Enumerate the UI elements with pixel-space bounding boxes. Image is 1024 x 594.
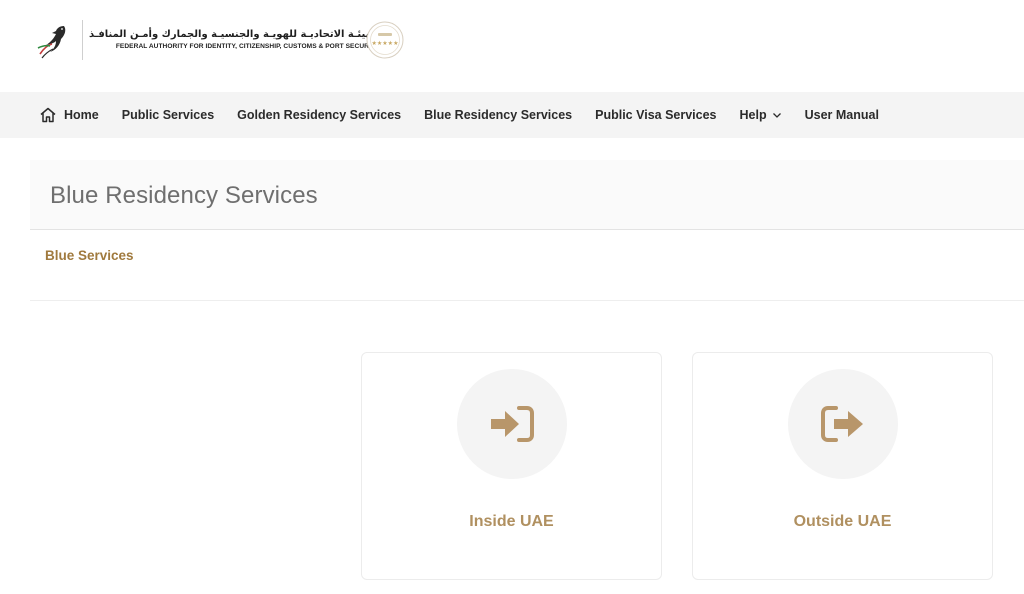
chevron-down-icon (772, 113, 781, 118)
inside-uae-label: Inside UAE (469, 513, 554, 530)
nav-user-manual[interactable]: User Manual (805, 108, 879, 122)
outside-uae-icon-circle (788, 369, 898, 479)
logo-text: الهيئـة الاتحاديـة للهويـة والجنسيـة وال… (89, 28, 379, 52)
nav-help-label: Help (739, 108, 767, 122)
svg-text:★★★★★: ★★★★★ (372, 40, 399, 47)
main-nav: Home Public Services Golden Residency Se… (0, 92, 1024, 138)
section-heading: Blue Services (45, 248, 134, 263)
site-header: الهيئـة الاتحاديـة للهويـة والجنسيـة وال… (0, 0, 1024, 92)
sign-out-icon (821, 406, 863, 442)
page-title: Blue Residency Services (50, 182, 318, 209)
logo-text-arabic: الهيئـة الاتحاديـة للهويـة والجنسيـة وال… (89, 29, 380, 40)
five-star-seal-icon: ★★★★★ (366, 21, 404, 59)
nav-public-services[interactable]: Public Services (122, 108, 214, 122)
nav-home-label: Home (64, 108, 99, 122)
nav-public-visa-services[interactable]: Public Visa Services (595, 108, 716, 122)
section-divider (30, 300, 1024, 301)
nav-home[interactable]: Home (39, 106, 99, 124)
logo-text-english: FEDERAL AUTHORITY FOR IDENTITY, CITIZENS… (115, 43, 380, 50)
home-icon (40, 107, 56, 123)
page-title-band: Blue Residency Services (30, 160, 1024, 230)
outside-uae-label: Outside UAE (793, 513, 892, 530)
nav-golden-residency-services[interactable]: Golden Residency Services (237, 108, 401, 122)
authority-logo[interactable]: الهيئـة الاتحاديـة للهويـة والجنسيـة وال… (34, 18, 379, 62)
nav-blue-residency-services[interactable]: Blue Residency Services (424, 108, 572, 122)
logo-divider (82, 20, 83, 60)
sign-in-icon (491, 406, 534, 442)
inside-uae-icon-circle (457, 369, 567, 479)
outside-uae-card[interactable]: Outside UAE (692, 352, 993, 580)
inside-uae-card[interactable]: Inside UAE (361, 352, 662, 580)
falcon-logo-icon (37, 26, 66, 59)
nav-help[interactable]: Help (740, 108, 782, 122)
